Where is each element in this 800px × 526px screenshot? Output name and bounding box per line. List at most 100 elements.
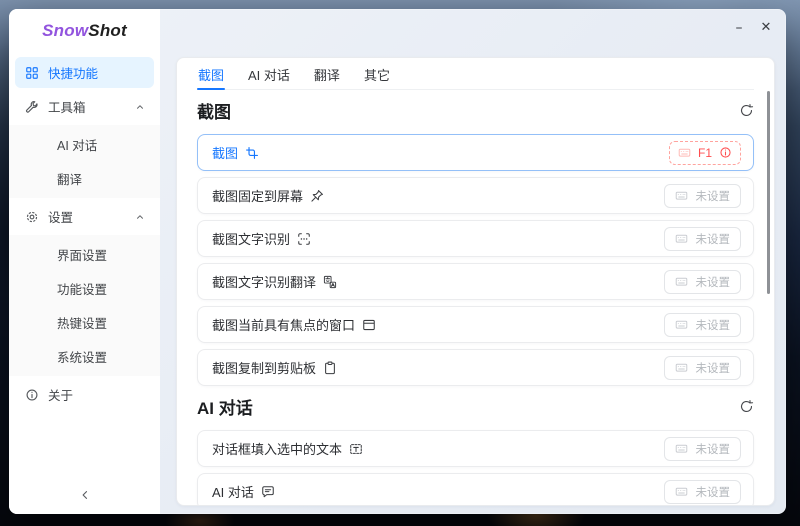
hotkey-row-focused-window[interactable]: 截图当前具有焦点的窗口 未设置 [197,306,754,343]
hotkey-label: 截图固定到屏幕 [212,189,304,204]
sidebar-item-toolbox[interactable]: 工具箱 [15,91,154,122]
pin-icon [311,189,323,202]
logo-part-snow: Snow [42,21,89,40]
hotkey-row-fill-selected-text[interactable]: 对话框填入选中的文本 未设置 [197,430,754,467]
hotkey-value: 未设置 [695,362,731,375]
ocr-translate-icon [323,275,337,288]
hotkey-value: 未设置 [695,233,731,246]
section-header-screenshot: 截图 [197,98,754,122]
sidebar-item-ai-chat[interactable]: AI 对话 [15,129,154,160]
keyboard-icon [675,234,687,243]
hotkey-badge[interactable]: 未设置 [663,355,741,380]
keyboard-icon [675,363,687,372]
hotkey-badge[interactable]: 未设置 [663,436,741,461]
section-header-ai-chat: AI 对话 [197,394,754,418]
screenshot-icon [246,146,259,159]
section-title: AI 对话 [197,398,253,418]
sidebar-item-label: 功能设置 [57,283,108,297]
chevron-up-icon [137,104,143,109]
hotkey-row-ocr-translate[interactable]: 截图文字识别翻译 未设置 [197,263,754,300]
sidebar-item-label: 热键设置 [57,317,108,331]
hotkey-value: 未设置 [695,319,731,332]
sidebar-item-label: 设置 [48,211,74,225]
tab-bar: 截图 AI 对话 翻译 其它 [197,62,754,90]
scrollbar[interactable] [767,91,770,294]
settings-submenu: 界面设置 功能设置 热键设置 系统设置 [9,235,160,376]
gear-icon [26,211,38,222]
sidebar-item-label: 界面设置 [57,249,108,263]
sidebar-collapse-button[interactable] [9,486,160,504]
logo-part-shot: Shot [88,21,127,40]
keyboard-icon [675,444,687,453]
hotkey-row-ocr[interactable]: 截图文字识别 未设置 [197,220,754,257]
refresh-icon[interactable] [739,399,754,414]
sidebar-item-label: 关于 [48,389,74,403]
chat-bubble-icon [262,485,274,497]
keyboard-icon [675,487,687,496]
ai-chat-hotkey-list: 对话框填入选中的文本 未设置 AI 对话 未设置 [197,430,754,505]
keyboard-icon [675,277,687,286]
ocr-icon [298,232,310,245]
window-titlebar[interactable]: – ✕ [160,9,786,57]
hotkey-badge[interactable]: 未设置 [663,183,741,208]
keyboard-icon [675,320,687,329]
sidebar-item-hotkey-settings[interactable]: 热键设置 [15,307,154,338]
tab-other[interactable]: 其它 [363,62,391,89]
hotkey-value: 未设置 [695,486,731,499]
sidebar-item-about[interactable]: 关于 [15,379,154,410]
tool-icon [26,100,38,113]
sidebar-item-label: 快捷功能 [48,67,99,81]
tab-ai-chat[interactable]: AI 对话 [247,62,291,89]
clipboard-icon [325,361,335,374]
hotkey-value: F1 [697,145,712,160]
hotkey-badge[interactable]: 未设置 [663,226,741,251]
minimize-button[interactable]: – [728,17,750,39]
hotkey-row-copy-to-clipboard[interactable]: 截图复制到剪贴板 未设置 [197,349,754,386]
chevron-left-icon [82,491,87,499]
hotkey-badge[interactable]: 未设置 [663,269,741,294]
hotkey-badge[interactable]: 未设置 [663,312,741,337]
hotkey-label: 对话框填入选中的文本 [212,442,343,457]
hotkey-row-screenshot[interactable]: 截图 F1 [197,134,754,171]
hotkey-label: 截图 [212,146,239,161]
sidebar-item-translate[interactable]: 翻译 [15,163,154,194]
sidebar-item-label: 工具箱 [48,101,86,115]
hotkey-badge[interactable]: F1 [668,140,741,165]
sidebar-item-label: 翻译 [57,173,83,187]
info-circle-icon [720,147,731,158]
hotkey-badge[interactable]: 未设置 [663,479,741,504]
keyboard-icon [675,191,687,200]
hotkey-label: 截图复制到剪贴板 [212,361,317,376]
refresh-icon[interactable] [739,103,754,118]
hotkey-value: 未设置 [695,276,731,289]
sidebar-item-label: AI 对话 [57,139,98,153]
close-button[interactable]: ✕ [755,17,777,39]
grid-icon [26,66,38,79]
chevron-up-icon [137,214,143,219]
sidebar-item-settings[interactable]: 设置 [15,201,154,232]
toolbox-submenu: AI 对话 翻译 [9,125,160,198]
sidebar-item-system-settings[interactable]: 系统设置 [15,341,154,372]
sidebar-item-function-settings[interactable]: 功能设置 [15,273,154,304]
section-title: 截图 [197,102,231,122]
info-icon [26,389,38,400]
sidebar-item-interface-settings[interactable]: 界面设置 [15,239,154,270]
tab-screenshot[interactable]: 截图 [197,62,226,90]
sidebar-item-quick-functions[interactable]: 快捷功能 [15,57,154,88]
hotkey-label: 截图文字识别翻译 [212,275,317,290]
window-icon [363,319,375,330]
sidebar-item-label: 系统设置 [57,351,108,365]
text-select-icon [350,443,362,454]
keyboard-icon [678,148,691,157]
hotkey-row-pin-to-screen[interactable]: 截图固定到屏幕 未设置 [197,177,754,214]
hotkey-label: 截图当前具有焦点的窗口 [212,318,356,333]
hotkey-value: 未设置 [695,443,731,456]
tab-translate[interactable]: 翻译 [313,62,341,89]
snowshot-window: SnowShot 快捷功能 工具箱 AI 对话 翻译 设置 界面设置 功能设置 … [9,9,786,514]
hotkey-value: 未设置 [695,190,731,203]
hotkey-settings-panel: 截图 AI 对话 翻译 其它 截图 截图 F1 截图固定到屏幕 未设置 截图文字… [176,57,775,506]
screenshot-hotkey-list: 截图 F1 截图固定到屏幕 未设置 截图文字识别 未设置 截图文字识别翻译 未设… [197,134,754,386]
app-logo: SnowShot [9,9,160,51]
hotkey-label: AI 对话 [212,485,254,500]
hotkey-row-ai-chat[interactable]: AI 对话 未设置 [197,473,754,505]
